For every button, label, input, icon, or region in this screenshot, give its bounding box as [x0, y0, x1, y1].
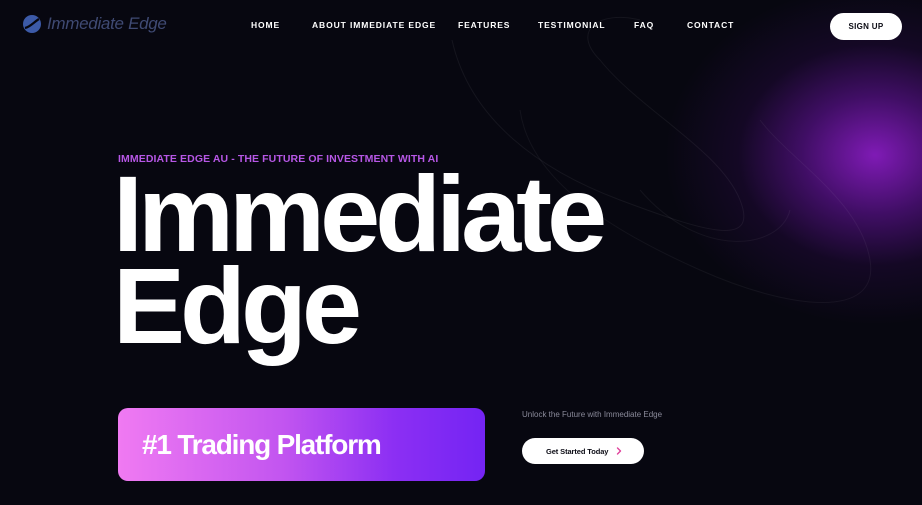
hero-title: Immediate Edge	[113, 160, 607, 360]
get-started-button[interactable]: Get Started Today	[522, 438, 644, 464]
nav-item-features[interactable]: FEATURES	[458, 20, 510, 30]
hero-tagline: Unlock the Future with Immediate Edge	[522, 410, 663, 419]
sign-up-button[interactable]: SIGN UP	[830, 13, 902, 40]
chevron-right-icon	[616, 447, 622, 455]
brand-name: Immediate Edge	[47, 14, 167, 33]
badge-text: #1 Trading Platform	[142, 428, 382, 460]
nav-item-contact[interactable]: CONTACT	[687, 20, 734, 30]
nav-item-faq[interactable]: FAQ	[634, 20, 654, 30]
brand-logo[interactable]: Immediate Edge	[22, 13, 167, 35]
get-started-label: Get Started Today	[546, 446, 609, 456]
nav-item-home[interactable]: HOME	[251, 20, 280, 30]
logo-icon	[23, 15, 41, 33]
hero-title-line2: Edge	[113, 245, 362, 366]
trading-platform-badge: #1 Trading Platform	[118, 408, 485, 481]
landing-page: Immediate Edge HOME ABOUT IMMEDIATE EDGE…	[0, 0, 922, 505]
nav-item-about[interactable]: ABOUT IMMEDIATE EDGE	[312, 20, 436, 30]
nav-item-testimonial[interactable]: TESTIMONIAL	[538, 20, 606, 30]
